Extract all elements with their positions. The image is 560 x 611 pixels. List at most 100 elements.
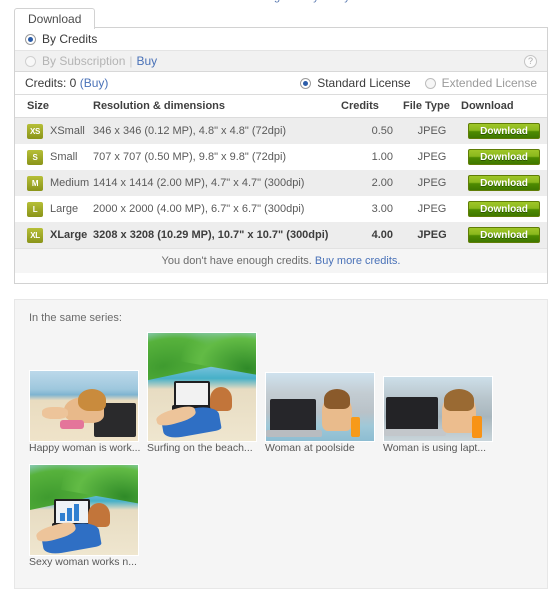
credits-balance-label: Credits: 0 [25,76,77,90]
series-thumbnail[interactable]: Surfing on the beach... [147,332,257,454]
credits-license-bar: Credits: 0 (Buy) Standard License Extend… [15,72,547,95]
buy-subscription-link[interactable]: Buy [137,54,158,68]
cell-file-type: JPEG [403,222,461,248]
size-badge-icon: XS [27,123,43,139]
series-thumbnail-caption: Woman at poolside [265,442,355,454]
size-name-label: Large [50,203,79,215]
cell-file-type: JPEG [417,151,447,163]
size-name-label: XLarge [50,229,88,241]
series-thumbnail-caption: Woman is using lapt... [383,442,487,454]
series-thumbnail-image[interactable] [29,464,139,556]
series-thumbnail[interactable]: Woman at poolside [265,372,375,454]
series-thumbnail[interactable]: Sexy woman works n... [29,464,139,568]
table-header-row: Size Resolution & dimensions Credits Fil… [15,95,547,118]
cell-download: Download [461,196,547,222]
panel-footer-spacer [15,273,547,283]
table-body: XS XSmall 346 x 346 (0.12 MP), 4.8" x 4.8"… [15,117,547,248]
license-radio-group: Standard License Extended License [286,76,537,90]
cell-size: XS XSmall [15,117,93,144]
column-header-size: Size [15,95,93,118]
cell-size: M Medium [15,170,93,196]
table-row: L Large 2000 x 2000 (4.00 MP), 6.7" x 6.7"… [15,196,547,222]
download-button[interactable]: Download [468,227,540,243]
cell-size: L Large [15,196,93,222]
cell-resolution: 346 x 346 (0.12 MP), 4.8" x 4.8" (72dpi) [93,117,341,144]
series-thumbnail-caption: Happy woman is work... [29,442,141,454]
download-button[interactable]: Download [468,175,540,191]
series-thumbnail-image[interactable] [147,332,257,442]
cell-download: Download [461,117,547,144]
same-series-panel: In the same series: Happy woman is work.… [14,299,548,589]
series-thumbnail-caption: Surfing on the beach... [147,442,253,454]
same-series-thumbnail-grid: Happy woman is work... Surfing on the bea… [29,332,547,578]
cell-resolution: 707 x 707 (0.50 MP), 9.8" x 9.8" (72dpi) [93,151,287,163]
cell-resolution: 1414 x 1414 (2.00 MP), 4.7" x 4.7" (300d… [93,170,341,196]
download-button[interactable]: Download [468,201,540,217]
option-separator: | [129,54,133,68]
size-badge-icon: S [27,149,43,165]
buy-credits-link[interactable]: (Buy) [80,76,109,90]
size-name-label: Medium [50,177,90,189]
not-enough-credits-bar: You don't have enough credits. Buy more … [15,248,547,273]
table-row: M Medium 1414 x 1414 (2.00 MP), 4.7" x 4.7… [15,170,547,196]
radio-extended-license-icon[interactable] [424,77,436,89]
payment-option-by-subscription-label: By Subscription [42,54,126,68]
column-header-resolution: Resolution & dimensions [93,95,341,118]
size-badge-icon: XL [27,227,43,243]
cell-download: Download [461,170,547,196]
download-sizes-table: Size Resolution & dimensions Credits Fil… [15,95,547,248]
cell-credits: 0.50 [341,117,403,144]
license-option-extended-label: Extended License [441,76,537,90]
series-thumbnail-caption: Sexy woman works n... [29,556,137,568]
tab-bar: Download [0,8,560,29]
column-header-file-type: File Type [403,95,461,118]
payment-option-by-credits[interactable]: By Credits [15,28,547,50]
download-button[interactable]: Download [468,149,540,165]
license-option-standard-label: Standard License [317,76,411,90]
size-badge-icon: L [27,201,43,217]
license-option-standard[interactable]: Standard License [300,76,411,90]
radio-standard-license-icon[interactable] [300,77,312,89]
tab-download[interactable]: Download [14,8,96,29]
cell-resolution: 2000 x 2000 (4.00 MP), 6.7" x 6.7" (300d… [93,203,305,215]
cell-file-type: JPEG [417,203,447,215]
series-thumbnail-image[interactable] [383,376,493,442]
payment-option-by-credits-label: By Credits [42,32,98,46]
cell-credits: 3.00 [371,203,393,215]
column-header-download: Download [461,95,547,118]
cell-credits: 2.00 [341,170,403,196]
cut-off-top-text-label: download this image in any size you need [186,0,390,3]
size-name-label: XSmall [50,125,85,137]
cut-off-top-text: download this image in any size you need [0,0,560,8]
radio-by-credits-icon[interactable] [25,33,36,45]
cell-size: XL XLarge [15,222,93,248]
series-thumbnail[interactable]: Woman is using lapt... [383,376,493,454]
table-row: XL XLarge 3208 x 3208 (10.29 MP), 10.7" x … [15,222,547,248]
series-thumbnail[interactable]: Happy woman is work... [29,370,141,454]
radio-by-subscription-icon [25,55,36,67]
license-option-extended[interactable]: Extended License [424,76,537,90]
payment-option-by-subscription: By Subscription | Buy ? [15,50,547,72]
series-thumbnail-image[interactable] [29,370,139,442]
download-panel: By Credits By Subscription | Buy ? Credi… [14,27,548,284]
table-row: S Small 707 x 707 (0.50 MP), 9.8" x 9.8" (… [15,144,547,170]
download-button[interactable]: Download [468,123,540,139]
cell-file-type: JPEG [403,117,461,144]
not-enough-credits-message: You don't have enough credits. [161,255,312,267]
cell-download: Download [461,144,547,170]
cell-credits: 1.00 [371,151,393,163]
help-question-icon[interactable]: ? [524,54,537,68]
cell-size: S Small [15,144,93,170]
same-series-title: In the same series: [29,312,122,324]
column-header-credits: Credits [341,95,403,118]
cell-resolution: 3208 x 3208 (10.29 MP), 10.7" x 10.7" (3… [93,222,341,248]
cell-file-type: JPEG [403,170,461,196]
table-row: XS XSmall 346 x 346 (0.12 MP), 4.8" x 4.8"… [15,117,547,144]
size-badge-icon: M [27,175,43,191]
credits-balance: Credits: 0 (Buy) [25,76,108,90]
cell-credits: 4.00 [341,222,403,248]
size-name-label: Small [50,151,78,163]
buy-more-credits-link[interactable]: Buy more credits. [315,255,401,267]
cell-download: Download [461,222,547,248]
series-thumbnail-image[interactable] [265,372,375,442]
